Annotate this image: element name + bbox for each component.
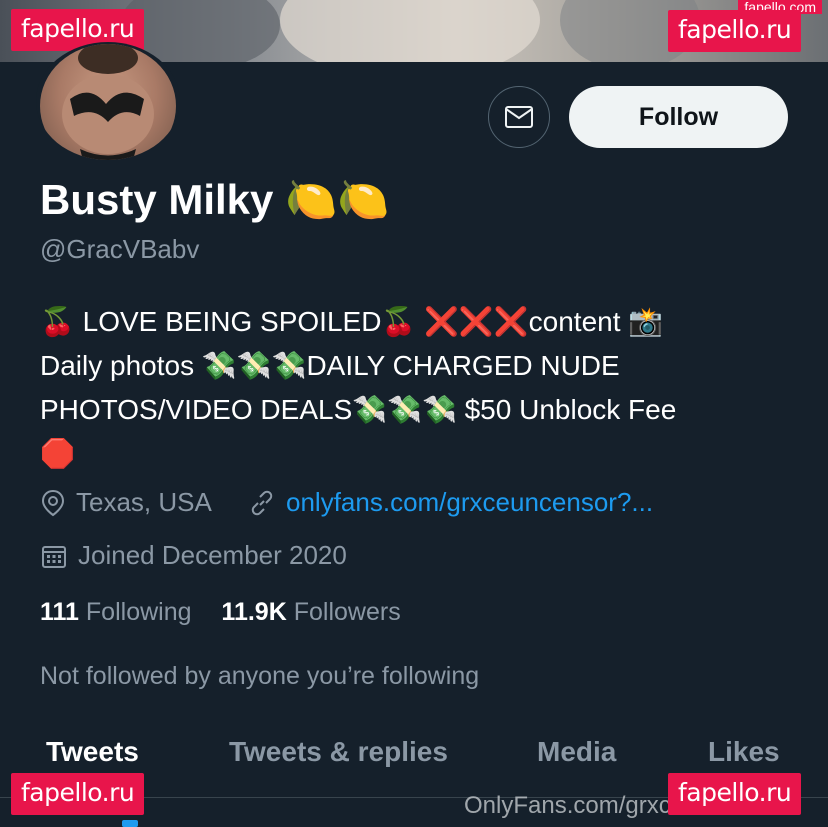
bio-line: 🍒 LOVE BEING SPOILED🍒 ❌❌❌content 📸 — [40, 306, 664, 337]
followers-count: 11.9K — [221, 598, 287, 626]
message-button[interactable] — [488, 86, 550, 148]
joined-date: Joined December 2020 — [40, 540, 347, 571]
avatar[interactable] — [36, 42, 180, 160]
watermark-top-right: fapello.ru — [668, 10, 802, 52]
website[interactable]: onlyfans.com/grxceuncensor?... — [248, 487, 653, 518]
following-count: 111 — [40, 598, 79, 626]
followers-link[interactable]: 11.9K Followers — [221, 598, 400, 626]
not-followed-notice: Not followed by anyone you’re following — [40, 662, 480, 690]
tab-tweets-and-replies[interactable]: Tweets & replies — [229, 736, 448, 768]
location-text: Texas, USA — [76, 487, 212, 517]
joined-text: Joined December 2020 — [78, 540, 347, 570]
watermark-bottom-left: fapello.ru — [11, 773, 145, 815]
location: Texas, USA — [40, 487, 212, 518]
bio: 🍒 LOVE BEING SPOILED🍒 ❌❌❌content 📸 Daily… — [40, 300, 800, 476]
bio-line: 🛑 — [40, 438, 75, 469]
following-link[interactable]: 111 Following — [40, 598, 192, 626]
follow-counts: 111 Following 11.9K Followers — [40, 598, 401, 627]
follow-button[interactable]: Follow — [569, 86, 788, 148]
mail-icon — [505, 106, 533, 128]
handle: @GracVBabv — [40, 234, 200, 264]
bio-line: Daily photos 💸💸💸DAILY CHARGED NUDE — [40, 350, 620, 381]
website-link[interactable]: onlyfans.com/grxceuncensor?... — [286, 487, 653, 518]
active-tab-indicator — [122, 820, 138, 827]
watermark-bottom-right: fapello.ru — [668, 773, 802, 815]
display-name: Busty Milky 🍋🍋 — [40, 176, 390, 223]
tab-likes[interactable]: Likes — [708, 736, 780, 768]
link-icon — [251, 490, 273, 515]
calendar-icon — [42, 545, 66, 568]
avatar-photo — [40, 44, 176, 160]
location-pin-icon — [41, 489, 65, 516]
bio-line: PHOTOS/VIDEO DEALS💸💸💸 $50 Unblock Fee — [40, 394, 677, 425]
following-label: Following — [85, 598, 192, 626]
tab-media[interactable]: Media — [537, 736, 616, 768]
tab-tweets[interactable]: Tweets — [46, 736, 139, 768]
followers-label: Followers — [293, 598, 401, 626]
